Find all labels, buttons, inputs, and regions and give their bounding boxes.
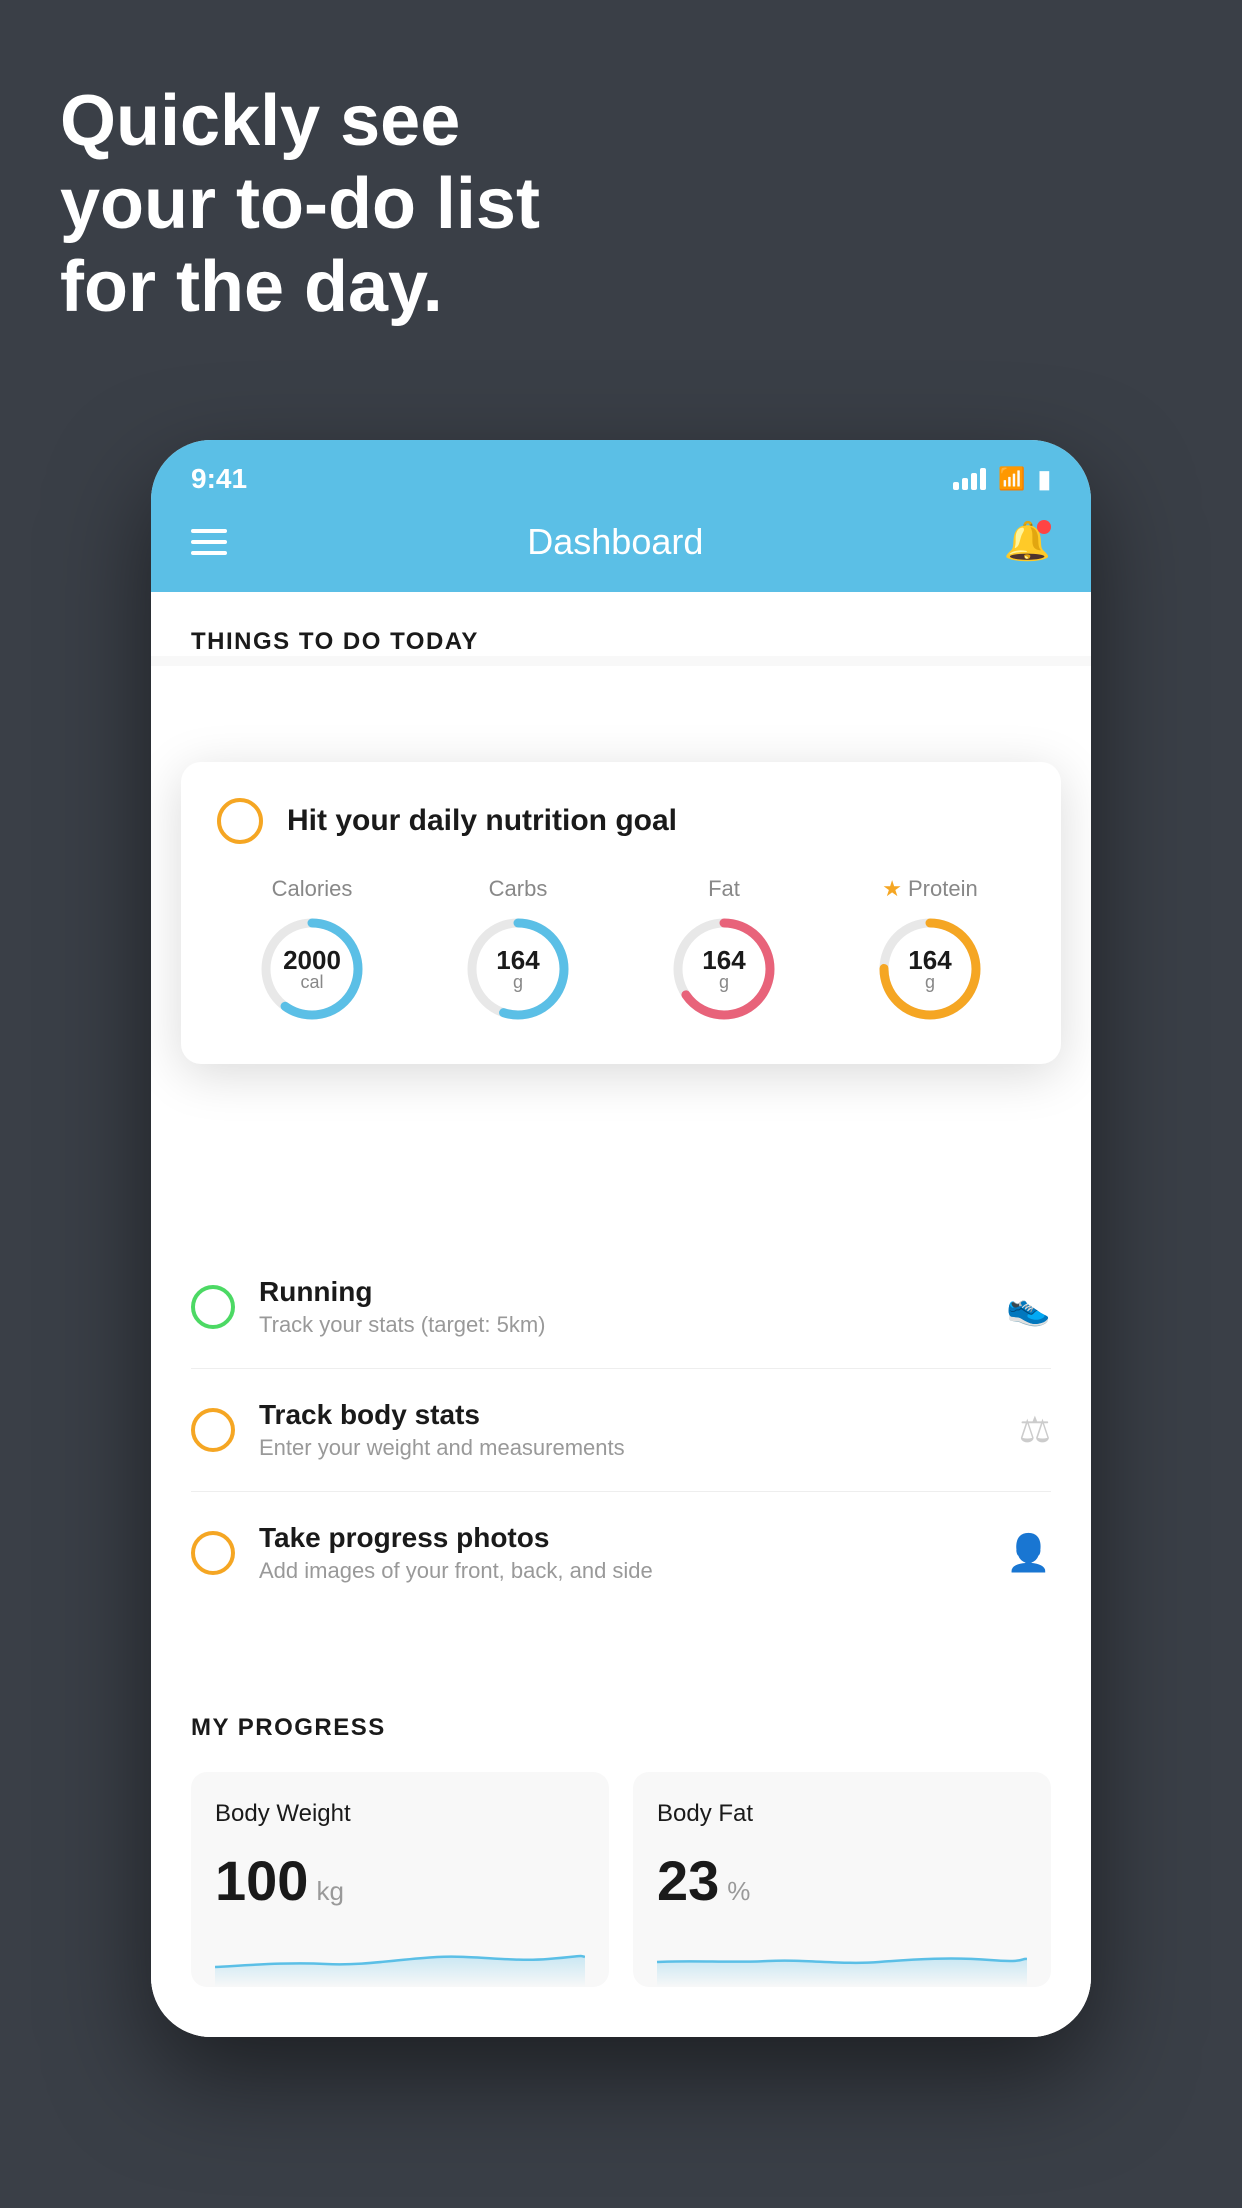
app-header: Dashboard 🔔 bbox=[151, 500, 1091, 592]
body-fat-card-title: Body Fat bbox=[657, 1800, 1027, 1828]
hero-line2: your to-do list bbox=[60, 163, 540, 246]
photos-text: Take progress photos Add images of your … bbox=[259, 1522, 982, 1584]
body-weight-value: 100 bbox=[215, 1848, 308, 1913]
status-icons: 📶 ▮ bbox=[953, 465, 1051, 494]
todo-list: Running Track your stats (target: 5km) 👟… bbox=[151, 1246, 1091, 1614]
body-stats-subtitle: Enter your weight and measurements bbox=[259, 1435, 995, 1461]
body-fat-unit: % bbox=[727, 1876, 750, 1907]
fat-ring: 164 g bbox=[669, 914, 779, 1024]
signal-icon bbox=[953, 468, 986, 490]
photos-check-circle[interactable] bbox=[191, 1531, 235, 1575]
body-fat-value-row: 23 % bbox=[657, 1848, 1027, 1913]
body-weight-chart bbox=[215, 1937, 585, 1987]
star-icon: ★ bbox=[882, 876, 902, 902]
body-weight-value-row: 100 kg bbox=[215, 1848, 585, 1913]
things-section-title: THINGS TO DO TODAY bbox=[191, 628, 1051, 656]
todo-item-running[interactable]: Running Track your stats (target: 5km) 👟 bbox=[191, 1246, 1051, 1369]
progress-section-title: MY PROGRESS bbox=[191, 1714, 1051, 1742]
body-stats-text: Track body stats Enter your weight and m… bbox=[259, 1399, 995, 1461]
body-fat-card[interactable]: Body Fat 23 % bbox=[633, 1772, 1051, 1987]
calories-label: Calories bbox=[272, 876, 353, 902]
portrait-icon: 👤 bbox=[1006, 1532, 1051, 1574]
header-title: Dashboard bbox=[527, 521, 703, 563]
fat-label: Fat bbox=[708, 876, 740, 902]
body-weight-card[interactable]: Body Weight 100 kg bbox=[191, 1772, 609, 1987]
notification-button[interactable]: 🔔 bbox=[1004, 520, 1051, 564]
nutrition-fat: Fat 164 g bbox=[669, 876, 779, 1024]
nutrition-check-circle[interactable] bbox=[217, 798, 263, 844]
progress-cards: Body Weight 100 kg bbox=[191, 1772, 1051, 1987]
menu-button[interactable] bbox=[191, 529, 227, 555]
nutrition-carbs: Carbs 164 g bbox=[463, 876, 573, 1024]
nutrition-protein: ★ Protein 164 g bbox=[875, 876, 985, 1024]
hero-text: Quickly see your to-do list for the day. bbox=[60, 80, 540, 328]
status-time: 9:41 bbox=[191, 463, 247, 495]
body-fat-value: 23 bbox=[657, 1848, 719, 1913]
body-weight-card-title: Body Weight bbox=[215, 1800, 585, 1828]
battery-icon: ▮ bbox=[1038, 465, 1051, 494]
running-title: Running bbox=[259, 1276, 982, 1308]
nutrition-card-title: Hit your daily nutrition goal bbox=[287, 804, 677, 838]
nutrition-calories: Calories 2000 cal bbox=[257, 876, 367, 1024]
body-fat-chart bbox=[657, 1937, 1027, 1987]
body-stats-check-circle[interactable] bbox=[191, 1408, 235, 1452]
photos-subtitle: Add images of your front, back, and side bbox=[259, 1558, 982, 1584]
scale-icon: ⚖ bbox=[1019, 1409, 1051, 1451]
nutrition-card: Hit your daily nutrition goal Calories 2… bbox=[181, 762, 1061, 1064]
body-weight-unit: kg bbox=[316, 1876, 343, 1907]
photos-title: Take progress photos bbox=[259, 1522, 982, 1554]
mid-spacer bbox=[151, 1614, 1091, 1674]
running-subtitle: Track your stats (target: 5km) bbox=[259, 1312, 982, 1338]
phone-content: THINGS TO DO TODAY Hit your daily nutrit… bbox=[151, 592, 1091, 2037]
calories-ring: 2000 cal bbox=[257, 914, 367, 1024]
progress-section: MY PROGRESS Body Weight 100 kg bbox=[151, 1674, 1091, 2037]
protein-label: ★ Protein bbox=[882, 876, 977, 902]
todo-item-photos[interactable]: Take progress photos Add images of your … bbox=[191, 1492, 1051, 1614]
hero-line1: Quickly see bbox=[60, 80, 540, 163]
notification-dot bbox=[1037, 520, 1051, 534]
running-icon: 👟 bbox=[1006, 1286, 1051, 1328]
nutrition-grid: Calories 2000 cal Carbs bbox=[217, 876, 1025, 1024]
things-section: THINGS TO DO TODAY bbox=[151, 592, 1091, 656]
todo-item-body-stats[interactable]: Track body stats Enter your weight and m… bbox=[191, 1369, 1051, 1492]
carbs-label: Carbs bbox=[489, 876, 548, 902]
running-check-circle[interactable] bbox=[191, 1285, 235, 1329]
status-bar: 9:41 📶 ▮ bbox=[151, 440, 1091, 500]
running-text: Running Track your stats (target: 5km) bbox=[259, 1276, 982, 1338]
protein-ring: 164 g bbox=[875, 914, 985, 1024]
phone-mockup: 9:41 📶 ▮ Dashboard 🔔 THINGS TO DO TODAY bbox=[151, 440, 1091, 2037]
body-stats-title: Track body stats bbox=[259, 1399, 995, 1431]
wifi-icon: 📶 bbox=[998, 466, 1025, 492]
card-header: Hit your daily nutrition goal bbox=[217, 798, 1025, 844]
hero-line3: for the day. bbox=[60, 246, 540, 329]
carbs-ring: 164 g bbox=[463, 914, 573, 1024]
